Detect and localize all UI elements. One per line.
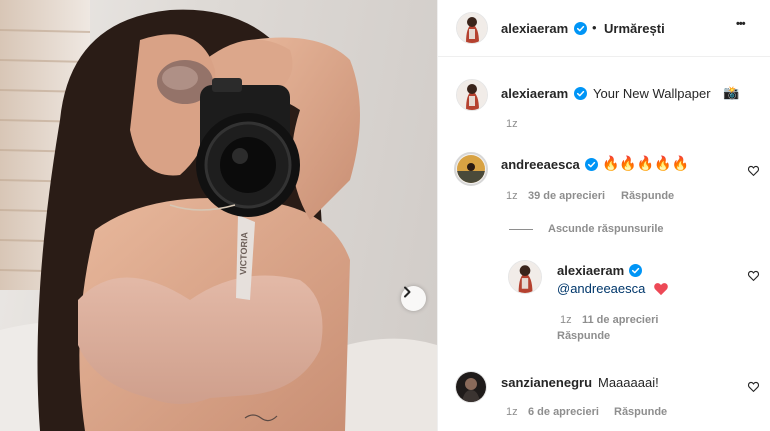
reply-username[interactable]: alexiaeram [557, 263, 624, 278]
caption-avatar[interactable] [456, 79, 488, 111]
avatar-image [509, 261, 541, 293]
reply-avatar[interactable] [508, 260, 542, 294]
avatar-image [457, 80, 487, 110]
reply-likes[interactable]: 11 de aprecieri [582, 314, 658, 326]
author-avatar[interactable] [456, 12, 488, 44]
commenter-avatar[interactable] [454, 152, 488, 186]
comment-likes[interactable]: 39 de aprecieri [528, 190, 605, 202]
verified-badge-icon [574, 22, 587, 35]
verified-badge-icon [629, 264, 642, 277]
bra [78, 275, 323, 404]
camera [196, 78, 300, 217]
chevron-right-icon [404, 286, 411, 298]
reply-reply-button[interactable]: Răspunde [557, 330, 610, 342]
reply-mention-link[interactable]: @andreeaesca [557, 281, 645, 296]
author-username[interactable]: alexiaeram [501, 21, 568, 36]
caption-time[interactable]: 1z [506, 118, 518, 130]
comment-time[interactable]: 1z [506, 190, 518, 202]
commenter-avatar[interactable] [455, 371, 487, 403]
comment-reply-button[interactable]: Răspunde [614, 406, 667, 418]
next-photo-button[interactable] [401, 286, 426, 311]
caption-text: Your New Wallpaper [593, 86, 711, 101]
following-button[interactable]: Urmărești [604, 21, 665, 36]
heart-outline-icon[interactable] [747, 269, 760, 282]
strap-print: VICTORIA [238, 231, 250, 275]
avatar-image [456, 372, 486, 402]
comment-text: Maaaaaai! [598, 375, 659, 390]
red-heart-emoji-icon [654, 283, 668, 296]
heart-outline-icon[interactable] [747, 380, 760, 393]
comment-username[interactable]: sanzianenegru [501, 375, 592, 390]
post-header: alexiaeram • Urmărești ••• [438, 0, 770, 57]
verified-badge-icon [574, 87, 587, 100]
camera-emoji: 📸 [723, 85, 740, 100]
comment-reply-button[interactable]: Răspunde [621, 190, 674, 202]
post-side-panel: alexiaeram • Urmărești ••• alexiaeram Yo… [437, 0, 770, 431]
comment-text: 🔥🔥🔥🔥🔥 [602, 155, 690, 171]
photo-illustration: VICTORIA [0, 0, 437, 431]
comment-likes[interactable]: 6 de aprecieri [528, 406, 599, 418]
reply-time[interactable]: 1z [560, 314, 572, 326]
replies-divider [509, 229, 533, 230]
comment-time[interactable]: 1z [506, 406, 518, 418]
verified-badge-icon [585, 158, 598, 171]
caption-username[interactable]: alexiaeram [501, 86, 568, 101]
post-photo[interactable]: VICTORIA [0, 0, 437, 431]
comment-username[interactable]: andreeaesca [501, 157, 580, 172]
avatar-image [457, 13, 487, 43]
hide-replies-button[interactable]: Ascunde răspunsurile [548, 223, 664, 235]
avatar-image [457, 155, 485, 183]
heart-outline-icon[interactable] [747, 164, 760, 177]
follow-separator: • [592, 20, 597, 35]
more-options-icon[interactable]: ••• [736, 18, 746, 30]
